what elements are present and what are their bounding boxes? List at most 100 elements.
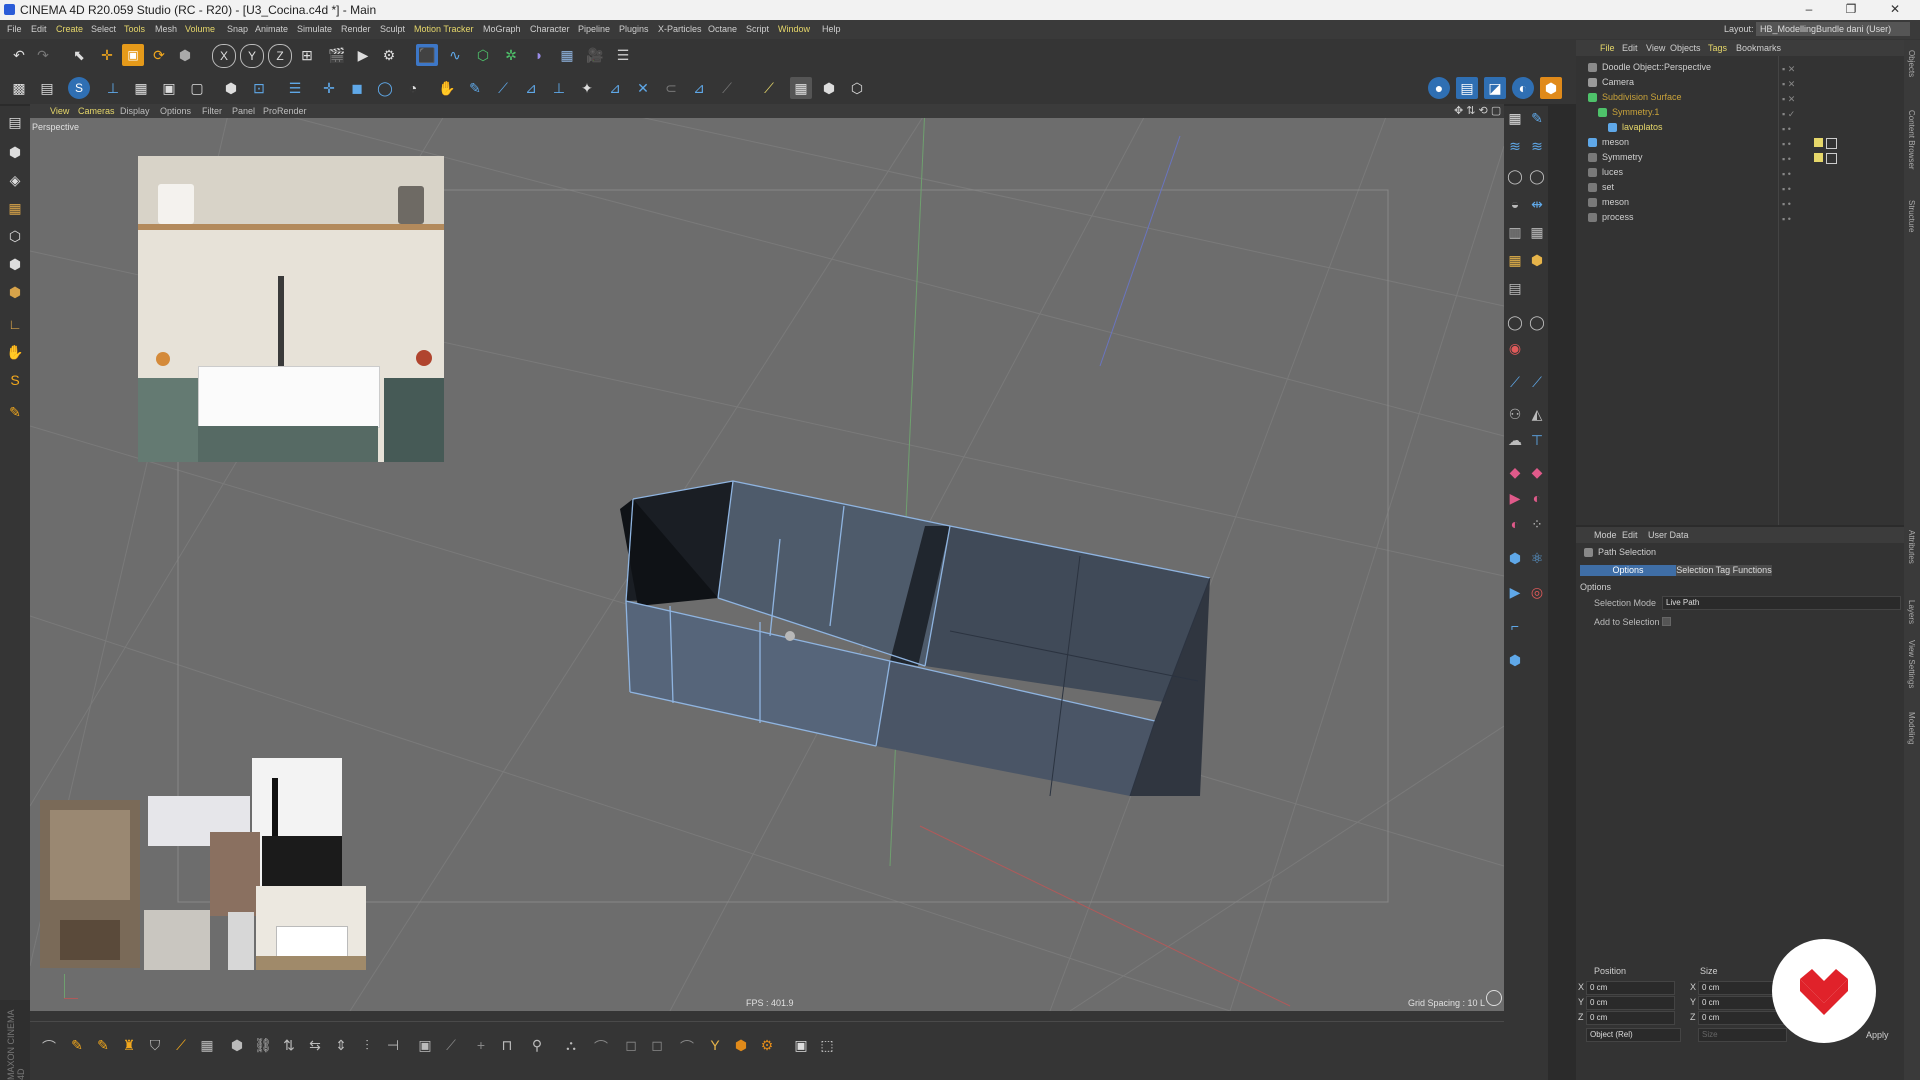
floor-icon[interactable]: ▦ xyxy=(556,44,578,66)
model-mode-icon[interactable]: ▩ xyxy=(8,77,30,99)
viewport-shot-icon[interactable]: ⬚ xyxy=(816,1037,838,1059)
y-axis-icon[interactable]: Y xyxy=(240,44,264,68)
shapes-icon[interactable]: ◭ xyxy=(1526,406,1548,428)
light-icon[interactable]: ☰ xyxy=(612,44,634,66)
workplane-icon[interactable]: S xyxy=(68,77,90,99)
sphere-icon[interactable]: ◯ xyxy=(1504,168,1526,190)
move-icon[interactable]: ✛ xyxy=(96,44,118,66)
octane-tag-icon[interactable]: ⬢ xyxy=(1540,77,1562,99)
reference-image-sink[interactable] xyxy=(138,156,444,462)
object-row[interactable]: set xyxy=(1576,180,1904,195)
menu-select[interactable]: Select xyxy=(91,24,116,34)
undo-icon[interactable]: ↶ xyxy=(8,44,30,66)
menu-render[interactable]: Render xyxy=(341,24,371,34)
layout-icon[interactable]: ▦ xyxy=(1504,110,1526,132)
side-tab-attributes[interactable]: Attributes xyxy=(1907,530,1916,564)
pin-icon[interactable]: ⊤ xyxy=(1526,432,1548,454)
brush-icon[interactable]: ⟋ xyxy=(170,1037,192,1059)
object-row[interactable]: Symmetry.1 xyxy=(1576,105,1904,120)
layers-icon[interactable]: ≋ xyxy=(1504,138,1526,160)
close-button[interactable]: ✕ xyxy=(1880,2,1910,18)
move-tool-icon[interactable]: ☰ xyxy=(284,77,306,99)
x-axis-icon[interactable]: X xyxy=(212,44,236,68)
dots-icon[interactable]: ⁘ xyxy=(1526,516,1548,538)
axis-icon[interactable]: ∟ xyxy=(4,316,26,338)
texture-mode-icon[interactable]: ▤ xyxy=(36,77,58,99)
slide-icon[interactable]: ⊿ xyxy=(604,77,626,99)
visibility-toggles[interactable]: ▪ ✕ ▪ ✕ ▪ ✕ ▪ ✓ ▪ • ▪ • ▪ • ▪ • ▪ • ▪ • ▪ • xyxy=(1782,62,1795,227)
selection-tag-icon[interactable] xyxy=(1814,138,1823,147)
record-icon[interactable]: ◉ xyxy=(1504,340,1526,362)
mirror-icon[interactable]: ⌒ xyxy=(676,1037,698,1059)
spline-layers-icon[interactable]: ≋ xyxy=(1526,138,1548,160)
pencil-icon[interactable]: ✎ xyxy=(66,1037,88,1059)
connect-icon[interactable]: ⇅ xyxy=(278,1037,300,1059)
layout-dropdown[interactable]: HB_ModellingBundle dani (User) xyxy=(1756,22,1910,36)
column-icon[interactable]: ▥ xyxy=(1504,224,1526,246)
reference-image-white-sink[interactable] xyxy=(256,886,366,970)
menu-simulate[interactable]: Simulate xyxy=(297,24,332,34)
z-axis-icon[interactable]: Z xyxy=(268,44,292,68)
object-row[interactable]: meson xyxy=(1576,135,1904,150)
bridge-icon[interactable]: ⟋ xyxy=(492,77,514,99)
selection-mode-dropdown[interactable]: Live Path xyxy=(1662,596,1901,610)
side-tab-modeling[interactable]: Modeling xyxy=(1907,712,1916,744)
octane-render-icon[interactable]: ◐ xyxy=(1512,77,1534,99)
split-icon[interactable]: ⊣ xyxy=(382,1037,404,1059)
frame-icon[interactable]: ▣ xyxy=(414,1037,436,1059)
lens-icon[interactable]: ⬡ xyxy=(846,77,868,99)
pencil-alt-icon[interactable]: ✎ xyxy=(92,1037,114,1059)
edges-icon[interactable]: ⬢ xyxy=(4,256,26,278)
stamp-icon[interactable]: ♜ xyxy=(118,1037,140,1059)
viewport-menu-filter[interactable]: Filter xyxy=(202,106,222,116)
menu-create[interactable]: Create xyxy=(56,24,83,34)
reference-image-tap[interactable] xyxy=(228,912,254,970)
arrows-icon[interactable]: ⇹ xyxy=(1526,196,1548,218)
objects-menu-tags[interactable]: Tags xyxy=(1708,43,1727,53)
menu-plugins[interactable]: Plugins xyxy=(619,24,649,34)
render-picture-viewer-icon[interactable]: ▶ xyxy=(352,44,374,66)
tab-selection-tag-functions[interactable]: Selection Tag Functions xyxy=(1676,565,1772,576)
sphere-tool-icon[interactable]: ◯ xyxy=(1504,314,1526,336)
cube-icon[interactable]: ⬛ xyxy=(416,44,438,66)
attributes-menu-user-data[interactable]: User Data xyxy=(1648,530,1689,540)
cube-blue-icon[interactable]: ⬢ xyxy=(1504,652,1526,674)
object-row[interactable]: lavaplatos xyxy=(1576,120,1904,135)
octane-settings-icon[interactable]: ▤ xyxy=(1456,77,1478,99)
reference-image-counter[interactable] xyxy=(144,910,210,970)
knife-tool-icon[interactable]: ⟋ xyxy=(1504,374,1526,396)
cloner-icon[interactable]: ✲ xyxy=(500,44,522,66)
move-select-icon[interactable]: ⬉ xyxy=(68,44,90,66)
world-coords-icon[interactable]: ⊞ xyxy=(296,44,318,66)
refresh-icon[interactable] xyxy=(1486,990,1502,1006)
spray-icon[interactable]: ⬢ xyxy=(1504,550,1526,572)
rotate-icon[interactable]: ⟳ xyxy=(148,44,170,66)
viewport-menu-view[interactable]: View xyxy=(50,106,69,116)
snap-icon[interactable]: S xyxy=(4,372,26,394)
viewport-menu-panel[interactable]: Panel xyxy=(232,106,255,116)
polygons-icon[interactable]: ⬢ xyxy=(4,284,26,306)
pos-x-field[interactable]: 0 cm xyxy=(1586,981,1675,995)
texture-icon[interactable]: ▦ xyxy=(4,200,26,222)
loop-selection-icon[interactable]: ⊡ xyxy=(248,77,270,99)
points-icon[interactable]: ⬡ xyxy=(4,228,26,250)
deformer-icon[interactable]: ◗ xyxy=(528,44,550,66)
polygon-pen-icon[interactable]: ◯ xyxy=(374,77,396,99)
objects-menu-objects[interactable]: Objects xyxy=(1670,43,1701,53)
minimize-button[interactable]: – xyxy=(1794,2,1824,18)
pos-y-field[interactable]: 0 cm xyxy=(1586,996,1675,1010)
phong-tag-icon[interactable] xyxy=(1826,138,1837,149)
object-row[interactable]: Symmetry xyxy=(1576,150,1904,165)
table-icon[interactable]: ▤ xyxy=(1504,280,1526,302)
viewport-menu-cameras[interactable]: Cameras xyxy=(78,106,115,116)
viewport-menu-options[interactable]: Options xyxy=(160,106,191,116)
iron-icon[interactable]: ✕ xyxy=(632,77,654,99)
reference-image-black-faucet[interactable] xyxy=(252,758,342,886)
measure-icon[interactable]: ⊓ xyxy=(496,1037,518,1059)
brush-tool-icon[interactable]: ✎ xyxy=(1526,110,1548,132)
objects-menu-edit[interactable]: Edit xyxy=(1622,43,1638,53)
make-editable-icon[interactable]: ▤ xyxy=(4,114,26,136)
side-tab-view-settings[interactable]: View Settings xyxy=(1907,640,1916,688)
melt-icon[interactable]: ✦ xyxy=(576,77,598,99)
dissolve-icon[interactable]: ⊥ xyxy=(548,77,570,99)
